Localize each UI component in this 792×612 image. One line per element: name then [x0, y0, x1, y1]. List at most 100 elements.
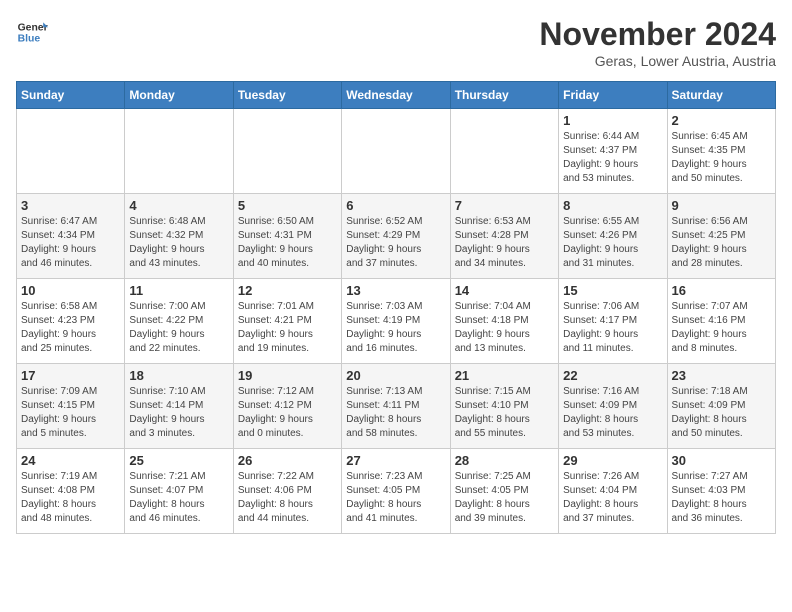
weekday-header: Saturday [667, 82, 775, 109]
calendar-cell: 11 Sunrise: 7:00 AM Sunset: 4:22 PM Dayli… [125, 279, 233, 364]
calendar-cell: 29Sunrise: 7:26 AM Sunset: 4:04 PM Dayli… [559, 449, 667, 534]
calendar-header: SundayMondayTuesdayWednesdayThursdayFrid… [17, 82, 776, 109]
weekday-header: Monday [125, 82, 233, 109]
day-number: 25 [129, 453, 228, 468]
day-info: Sunrise: 6:52 AM Sunset: 4:29 PM Dayligh… [346, 215, 445, 271]
title-area: November 2024 Geras, Lower Austria, Aust… [539, 16, 776, 69]
day-number: 1 [563, 113, 662, 128]
weekday-header: Tuesday [233, 82, 341, 109]
day-info: Sunrise: 6:48 AM Sunset: 4:32 PM Dayligh… [129, 215, 228, 271]
day-info: Sunrise: 7:27 AM Sunset: 4:03 PM Dayligh… [672, 470, 771, 526]
calendar-week-row: 10 Sunrise: 6:58 AM Sunset: 4:23 PM Dayli… [17, 279, 776, 364]
calendar-week-row: 1 Sunrise: 6:44 AM Sunset: 4:37 PM Daylig… [17, 109, 776, 194]
calendar-cell: 8 Sunrise: 6:55 AM Sunset: 4:26 PM Daylig… [559, 194, 667, 279]
day-info: Sunrise: 7:03 AM Sunset: 4:19 PM Dayligh… [346, 300, 445, 356]
calendar-cell [450, 109, 558, 194]
logo-icon: General Blue [16, 16, 48, 48]
weekday-header: Wednesday [342, 82, 450, 109]
day-number: 19 [238, 368, 337, 383]
weekday-row: SundayMondayTuesdayWednesdayThursdayFrid… [17, 82, 776, 109]
calendar-cell: 1 Sunrise: 6:44 AM Sunset: 4:37 PM Daylig… [559, 109, 667, 194]
calendar-cell: 6 Sunrise: 6:52 AM Sunset: 4:29 PM Daylig… [342, 194, 450, 279]
day-info: Sunrise: 7:25 AM Sunset: 4:05 PM Dayligh… [455, 470, 554, 526]
day-info: Sunrise: 6:53 AM Sunset: 4:28 PM Dayligh… [455, 215, 554, 271]
day-number: 5 [238, 198, 337, 213]
day-number: 23 [672, 368, 771, 383]
day-info: Sunrise: 7:01 AM Sunset: 4:21 PM Dayligh… [238, 300, 337, 356]
day-info: Sunrise: 7:18 AM Sunset: 4:09 PM Dayligh… [672, 385, 771, 441]
day-number: 13 [346, 283, 445, 298]
day-info: Sunrise: 7:07 AM Sunset: 4:16 PM Dayligh… [672, 300, 771, 356]
day-info: Sunrise: 7:13 AM Sunset: 4:11 PM Dayligh… [346, 385, 445, 441]
day-number: 11 [129, 283, 228, 298]
day-number: 16 [672, 283, 771, 298]
calendar-cell: 24 Sunrise: 7:19 AM Sunset: 4:08 PM Dayli… [17, 449, 125, 534]
day-number: 27 [346, 453, 445, 468]
calendar-cell: 28 Sunrise: 7:25 AM Sunset: 4:05 PM Dayli… [450, 449, 558, 534]
header-area: General Blue General Blue November 2024 … [16, 16, 776, 69]
calendar-cell: 3Sunrise: 6:47 AM Sunset: 4:34 PM Daylig… [17, 194, 125, 279]
logo: General Blue General Blue [16, 16, 48, 48]
calendar-cell: 12 Sunrise: 7:01 AM Sunset: 4:21 PM Dayli… [233, 279, 341, 364]
day-info: Sunrise: 7:26 AM Sunset: 4:04 PM Dayligh… [563, 470, 662, 526]
calendar-cell: 21Sunrise: 7:15 AM Sunset: 4:10 PM Dayli… [450, 364, 558, 449]
day-number: 21 [455, 368, 554, 383]
calendar-week-row: 24 Sunrise: 7:19 AM Sunset: 4:08 PM Dayli… [17, 449, 776, 534]
day-number: 15 [563, 283, 662, 298]
day-info: Sunrise: 7:00 AM Sunset: 4:22 PM Dayligh… [129, 300, 228, 356]
calendar-cell: 10 Sunrise: 6:58 AM Sunset: 4:23 PM Dayli… [17, 279, 125, 364]
calendar-cell: 15 Sunrise: 7:06 AM Sunset: 4:17 PM Dayli… [559, 279, 667, 364]
month-title: November 2024 [539, 16, 776, 53]
calendar-cell: 5 Sunrise: 6:50 AM Sunset: 4:31 PM Daylig… [233, 194, 341, 279]
day-number: 24 [21, 453, 120, 468]
svg-text:Blue: Blue [18, 34, 41, 45]
calendar-body: 1 Sunrise: 6:44 AM Sunset: 4:37 PM Daylig… [17, 109, 776, 534]
day-info: Sunrise: 6:50 AM Sunset: 4:31 PM Dayligh… [238, 215, 337, 271]
day-info: Sunrise: 6:45 AM Sunset: 4:35 PM Dayligh… [672, 130, 771, 186]
calendar-cell [233, 109, 341, 194]
calendar-week-row: 3Sunrise: 6:47 AM Sunset: 4:34 PM Daylig… [17, 194, 776, 279]
calendar-cell [17, 109, 125, 194]
day-number: 26 [238, 453, 337, 468]
day-info: Sunrise: 7:04 AM Sunset: 4:18 PM Dayligh… [455, 300, 554, 356]
weekday-header: Thursday [450, 82, 558, 109]
calendar-cell: 25Sunrise: 7:21 AM Sunset: 4:07 PM Dayli… [125, 449, 233, 534]
day-number: 4 [129, 198, 228, 213]
calendar-table: SundayMondayTuesdayWednesdayThursdayFrid… [16, 81, 776, 534]
calendar-cell: 7 Sunrise: 6:53 AM Sunset: 4:28 PM Daylig… [450, 194, 558, 279]
calendar-cell: 18Sunrise: 7:10 AM Sunset: 4:14 PM Dayli… [125, 364, 233, 449]
day-number: 28 [455, 453, 554, 468]
weekday-header: Friday [559, 82, 667, 109]
day-number: 20 [346, 368, 445, 383]
calendar-cell: 20 Sunrise: 7:13 AM Sunset: 4:11 PM Dayli… [342, 364, 450, 449]
day-number: 30 [672, 453, 771, 468]
day-number: 10 [21, 283, 120, 298]
location-title: Geras, Lower Austria, Austria [539, 53, 776, 69]
day-info: Sunrise: 7:06 AM Sunset: 4:17 PM Dayligh… [563, 300, 662, 356]
calendar-cell: 13 Sunrise: 7:03 AM Sunset: 4:19 PM Dayli… [342, 279, 450, 364]
calendar-cell: 9Sunrise: 6:56 AM Sunset: 4:25 PM Daylig… [667, 194, 775, 279]
day-number: 17 [21, 368, 120, 383]
calendar-cell [342, 109, 450, 194]
weekday-header: Sunday [17, 82, 125, 109]
day-number: 22 [563, 368, 662, 383]
calendar-cell: 27Sunrise: 7:23 AM Sunset: 4:05 PM Dayli… [342, 449, 450, 534]
calendar-cell: 4 Sunrise: 6:48 AM Sunset: 4:32 PM Daylig… [125, 194, 233, 279]
day-info: Sunrise: 7:12 AM Sunset: 4:12 PM Dayligh… [238, 385, 337, 441]
day-number: 7 [455, 198, 554, 213]
day-number: 8 [563, 198, 662, 213]
calendar-cell [125, 109, 233, 194]
day-number: 12 [238, 283, 337, 298]
day-info: Sunrise: 6:58 AM Sunset: 4:23 PM Dayligh… [21, 300, 120, 356]
day-info: Sunrise: 6:56 AM Sunset: 4:25 PM Dayligh… [672, 215, 771, 271]
day-info: Sunrise: 6:55 AM Sunset: 4:26 PM Dayligh… [563, 215, 662, 271]
day-info: Sunrise: 7:19 AM Sunset: 4:08 PM Dayligh… [21, 470, 120, 526]
day-number: 2 [672, 113, 771, 128]
calendar-week-row: 17Sunrise: 7:09 AM Sunset: 4:15 PM Dayli… [17, 364, 776, 449]
day-number: 6 [346, 198, 445, 213]
calendar-cell: 30 Sunrise: 7:27 AM Sunset: 4:03 PM Dayli… [667, 449, 775, 534]
day-number: 18 [129, 368, 228, 383]
calendar-cell: 14Sunrise: 7:04 AM Sunset: 4:18 PM Dayli… [450, 279, 558, 364]
day-info: Sunrise: 6:44 AM Sunset: 4:37 PM Dayligh… [563, 130, 662, 186]
calendar-cell: 19 Sunrise: 7:12 AM Sunset: 4:12 PM Dayli… [233, 364, 341, 449]
